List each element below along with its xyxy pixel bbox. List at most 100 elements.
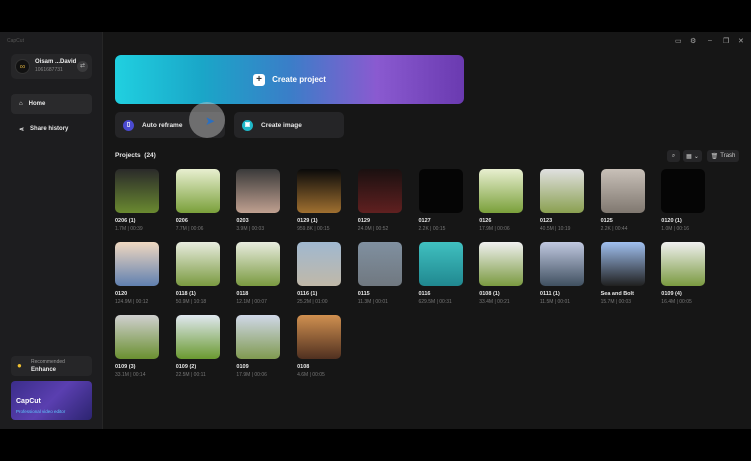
project-meta: 959.8K | 00:15 <box>297 226 330 232</box>
view-toggle-button[interactable]: ▦ ⌄ <box>683 150 702 162</box>
share-icon: ⋖ <box>19 126 25 133</box>
project-thumbnail[interactable] <box>175 169 220 213</box>
create-project-button[interactable]: + Create project <box>115 55 464 104</box>
project-meta: 16.4M | 00:05 <box>661 299 692 305</box>
project-card[interactable]: Sea and Bolt 15.7M | 00:03 <box>600 242 651 305</box>
project-thumbnail[interactable] <box>297 242 342 286</box>
project-card[interactable]: 0126 17.9M | 00:06 <box>479 169 529 232</box>
sidebar-item-home[interactable]: ⌂ Home <box>11 94 92 114</box>
project-meta: 25.2M | 01:00 <box>297 299 328 305</box>
project-card[interactable]: 0203 3.9M | 00:03 <box>236 169 286 232</box>
project-card[interactable]: 0129 (1) 959.8K | 00:15 <box>297 169 347 232</box>
maximize-icon[interactable]: ❐ <box>723 37 729 45</box>
project-title: 0109 (4) <box>661 291 682 297</box>
feedback-icon[interactable]: ▭ <box>675 37 682 45</box>
project-card[interactable]: 0118 (1) 50.9M | 10:18 <box>175 242 226 305</box>
project-meta: 124.9M | 00:12 <box>115 299 149 305</box>
project-thumbnail[interactable] <box>418 169 463 213</box>
tool-label: Create image <box>261 121 302 129</box>
project-thumbnail[interactable] <box>479 242 524 286</box>
projects-count: (24) <box>144 152 156 159</box>
project-meta: 24.0M | 00:52 <box>357 226 389 232</box>
project-title: 0115 <box>357 291 370 297</box>
project-title: 0109 <box>236 364 249 370</box>
project-card[interactable]: 0123 40.5M | 10:19 <box>539 169 590 232</box>
home-icon: ⌂ <box>19 101 23 107</box>
project-thumbnail[interactable] <box>661 242 706 286</box>
user-account[interactable]: ∞ Oisam ...David 1061687731 ⇄ <box>11 54 92 79</box>
project-card[interactable]: 0127 2.2K | 00:15 <box>418 169 469 232</box>
project-card[interactable]: 0115 11.3M | 00:01 <box>357 242 408 305</box>
project-meta: 1.0M | 00:16 <box>661 226 690 232</box>
recommended-enhance[interactable]: ● Recommended Enhance <box>11 356 92 376</box>
project-card[interactable]: 0120 124.9M | 00:12 <box>115 242 165 305</box>
switch-account-icon[interactable]: ⇄ <box>77 61 88 72</box>
project-thumbnail[interactable] <box>115 169 159 213</box>
project-card[interactable]: 0206 7.7M | 00:06 <box>175 169 226 232</box>
project-card[interactable]: 0120 (1) 1.0M | 00:16 <box>661 169 711 232</box>
projects-title: Projects <box>115 152 141 159</box>
sidebar-item-share-history[interactable]: ⋖ Share history <box>11 119 92 139</box>
project-title: 0129 (1) <box>297 218 318 224</box>
project-card[interactable]: 0116 629.5M | 00:31 <box>418 242 469 305</box>
project-card[interactable]: 0109 (3) 33.1M | 00:14 <box>115 315 165 378</box>
minimize-icon[interactable]: – <box>708 37 712 44</box>
promo-subtitle: Professional video editor <box>16 409 66 414</box>
settings-icon[interactable]: ⚙ <box>690 37 696 45</box>
project-title: 0123 <box>539 218 553 224</box>
project-title: 0116 <box>418 291 431 297</box>
project-thumbnail[interactable] <box>175 315 220 359</box>
chevron-down-icon: ⌄ <box>693 153 699 160</box>
project-card[interactable]: 0109 (4) 16.4M | 00:05 <box>661 242 711 305</box>
project-thumbnail[interactable] <box>115 315 159 359</box>
project-thumbnail[interactable] <box>175 242 220 286</box>
project-thumbnail[interactable] <box>357 242 402 286</box>
project-card[interactable]: 0206 (1) 1.7M | 00:39 <box>115 169 165 232</box>
project-thumbnail[interactable] <box>600 242 645 286</box>
project-meta: 17.9M | 00:06 <box>236 372 267 378</box>
project-card[interactable]: 0109 (2) 22.5M | 00:11 <box>175 315 226 378</box>
project-thumbnail[interactable] <box>418 242 463 286</box>
plus-icon: + <box>253 73 266 86</box>
mouse-cursor: ➤ <box>189 102 225 138</box>
project-title: Sea and Bolt <box>600 291 634 297</box>
project-thumbnail[interactable] <box>297 169 342 213</box>
project-thumbnail[interactable] <box>539 169 584 213</box>
project-title: 0120 <box>115 291 128 297</box>
project-meta: 629.5M | 00:31 <box>418 299 452 305</box>
project-meta: 33.1M | 00:14 <box>115 372 146 378</box>
project-card[interactable]: 0109 17.9M | 00:06 <box>236 315 286 378</box>
trash-button[interactable]: 🗑 Trash <box>707 150 739 162</box>
project-thumbnail[interactable] <box>661 169 706 213</box>
project-card[interactable]: 0125 2.2K | 00:44 <box>600 169 651 232</box>
trash-icon: 🗑 <box>710 153 719 160</box>
project-thumbnail[interactable] <box>297 315 342 359</box>
project-title: 0206 <box>175 218 188 224</box>
project-card[interactable]: 0129 24.0M | 00:52 <box>357 169 408 232</box>
project-card[interactable]: 0108 4.6M | 00:05 <box>297 315 347 378</box>
avatar: ∞ <box>15 59 30 74</box>
capcut-promo-banner[interactable]: CapCut Professional video editor <box>11 381 92 420</box>
project-thumbnail[interactable] <box>115 242 159 286</box>
project-meta: 7.7M | 00:06 <box>175 226 204 232</box>
project-thumbnail[interactable] <box>479 169 524 213</box>
trash-label: Trash <box>720 153 736 159</box>
sidebar-item-label: Share history <box>30 126 69 132</box>
project-meta: 40.5M | 10:19 <box>539 226 571 232</box>
project-card[interactable]: 0116 (1) 25.2M | 01:00 <box>297 242 347 305</box>
project-thumbnail[interactable] <box>357 169 402 213</box>
recommended-label: Recommended <box>31 359 65 365</box>
close-icon[interactable]: ✕ <box>738 37 744 45</box>
project-thumbnail[interactable] <box>236 315 281 359</box>
project-meta: 12.1M | 00:07 <box>236 299 267 305</box>
search-button[interactable]: ⌕ <box>667 150 680 162</box>
project-card[interactable]: 0118 12.1M | 00:07 <box>236 242 286 305</box>
project-thumbnail[interactable] <box>600 169 645 213</box>
project-thumbnail[interactable] <box>236 169 281 213</box>
project-thumbnail[interactable] <box>236 242 281 286</box>
project-meta: 1.7M | 00:39 <box>115 226 143 232</box>
create-image-button[interactable]: ▣ Create image <box>234 112 344 138</box>
project-card[interactable]: 0111 (1) 11.5M | 00:01 <box>539 242 590 305</box>
project-thumbnail[interactable] <box>539 242 584 286</box>
project-card[interactable]: 0108 (1) 33.4M | 00:21 <box>479 242 529 305</box>
